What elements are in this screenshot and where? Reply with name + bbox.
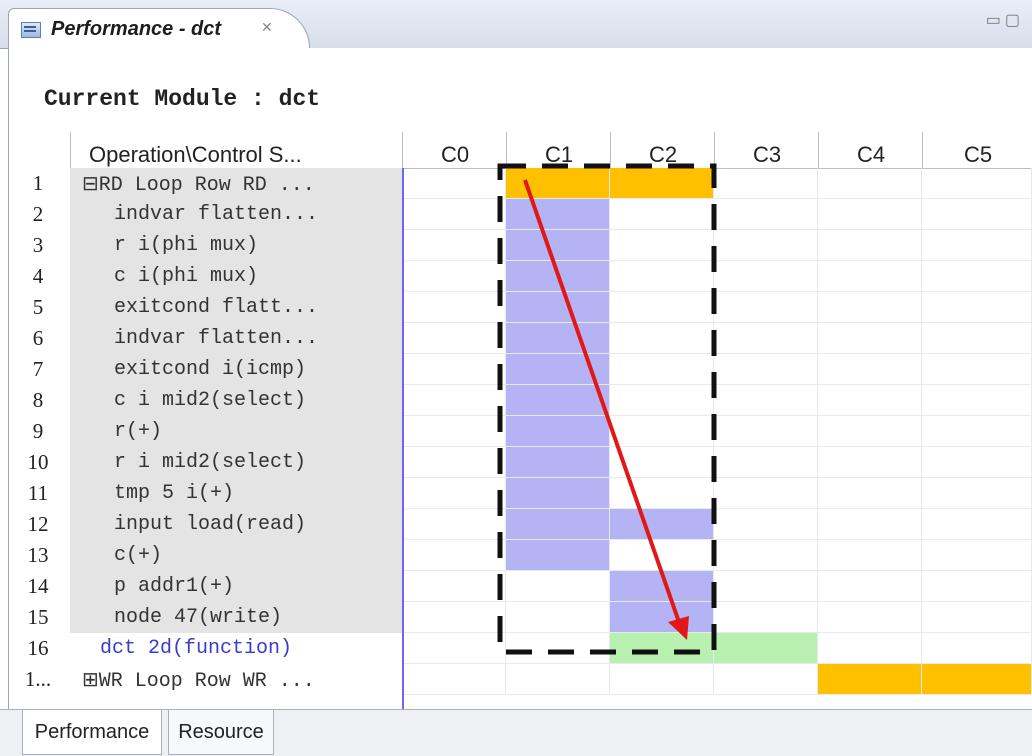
red-arrow-head bbox=[668, 616, 689, 640]
tab-resource[interactable]: Resource bbox=[168, 710, 274, 755]
red-arrow-line bbox=[523, 179, 682, 626]
bottom-tab-bar: Performance Resource bbox=[0, 709, 1032, 756]
tab-performance[interactable]: Performance bbox=[22, 710, 162, 755]
performance-view: Performance - dct ✕ ▭▢ Current Module : … bbox=[0, 0, 1032, 756]
dashed-selection-box bbox=[497, 163, 717, 655]
annotation-overlay bbox=[497, 163, 717, 655]
